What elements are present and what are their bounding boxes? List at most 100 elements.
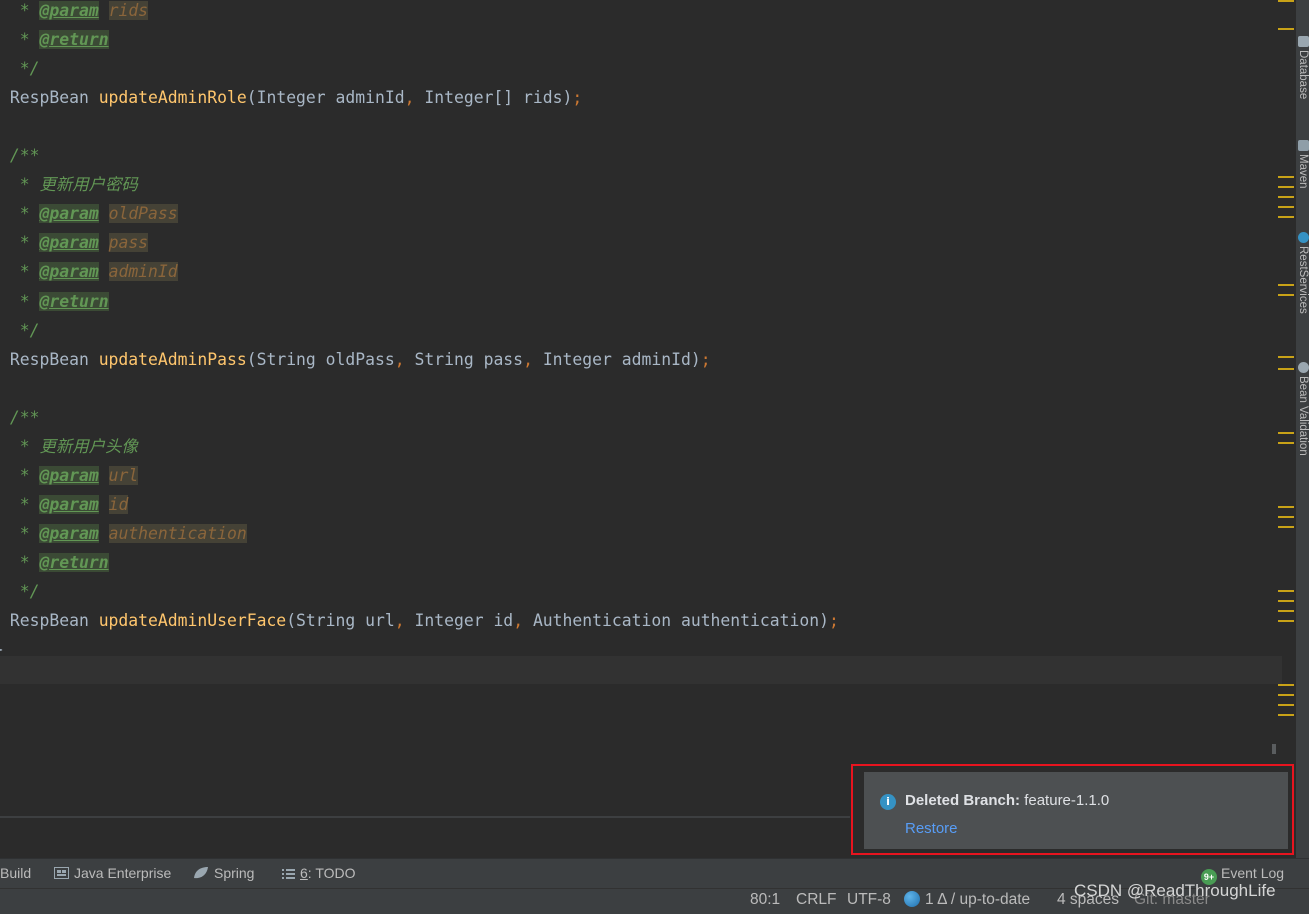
stripe-marker[interactable]	[1278, 442, 1294, 444]
spring-label: Spring	[214, 865, 255, 881]
todo-tab[interactable]: 6: TODO	[282, 865, 356, 883]
code-token: id	[108, 494, 129, 514]
code-token: (String url	[286, 611, 395, 631]
code-line[interactable]: * @param adminId	[0, 257, 178, 286]
stripe-marker[interactable]	[1278, 196, 1294, 198]
code-token: 更新用户头像	[39, 436, 138, 456]
stripe-marker[interactable]	[1278, 368, 1294, 370]
code-line[interactable]: * @param id	[0, 490, 129, 519]
stripe-marker[interactable]	[1278, 176, 1294, 178]
code-token: oldPass	[108, 204, 178, 224]
stripe-marker[interactable]	[1278, 294, 1294, 296]
code-token: *	[0, 552, 40, 572]
code-token: ;	[828, 611, 839, 631]
code-token: rids	[108, 1, 149, 20]
info-icon: i	[880, 794, 896, 810]
code-token: @return	[39, 552, 109, 572]
build-label: Build	[0, 865, 32, 881]
code-line[interactable]: }	[0, 635, 4, 664]
code-token: *	[0, 465, 40, 485]
tab-maven[interactable]: Maven	[1297, 154, 1309, 189]
stripe-marker[interactable]	[1278, 620, 1294, 622]
code-line[interactable]: */	[0, 577, 40, 606]
code-token: updateAdminRole	[98, 88, 247, 108]
error-stripe[interactable]	[1270, 0, 1296, 760]
code-line[interactable]: RespBean updateAdminRole(Integer adminId…	[0, 83, 582, 112]
todo-label: : TODO	[307, 865, 356, 881]
code-line[interactable]: * @param url	[0, 461, 139, 490]
file-encoding[interactable]: UTF-8	[847, 891, 891, 909]
build-tab[interactable]: Build	[0, 865, 31, 881]
code-token: RespBean	[0, 88, 99, 108]
stripe-marker[interactable]	[1278, 506, 1294, 508]
code-token: Authentication authentication)	[532, 611, 829, 631]
code-token: *	[0, 523, 40, 543]
code-line[interactable]: /**	[0, 403, 40, 432]
stripe-marker[interactable]	[1278, 186, 1294, 188]
stripe-marker[interactable]	[1278, 0, 1294, 2]
database-icon	[1298, 36, 1309, 47]
code-line[interactable]: */	[0, 54, 40, 83]
stripe-marker[interactable]	[1278, 704, 1294, 706]
code-line[interactable]: /**	[0, 141, 40, 170]
code-token: */	[0, 320, 40, 340]
code-token: *	[0, 30, 40, 50]
code-line[interactable]: * 更新用户头像	[0, 432, 138, 461]
code-token: ,	[394, 611, 415, 631]
code-token: url	[108, 465, 139, 485]
vcs-status[interactable]: 1 Δ / up-to-date	[904, 891, 1030, 909]
code-line[interactable]: * @return	[0, 548, 109, 577]
caret-row-highlight	[0, 656, 1282, 684]
spring-tab[interactable]: Spring	[193, 865, 254, 883]
code-line[interactable]: * @return	[0, 287, 109, 316]
code-line[interactable]: * @param authentication	[0, 519, 247, 548]
stripe-marker[interactable]	[1278, 600, 1294, 602]
code-token: *	[0, 494, 40, 514]
stripe-marker[interactable]	[1278, 590, 1294, 592]
stripe-marker[interactable]	[1278, 610, 1294, 612]
stripe-marker[interactable]	[1278, 206, 1294, 208]
code-token: *	[0, 436, 40, 456]
stripe-marker[interactable]	[1278, 432, 1294, 434]
stripe-marker[interactable]	[1278, 28, 1294, 30]
code-line[interactable]: * @param rids	[0, 0, 149, 25]
code-token: @param	[39, 494, 99, 514]
stripe-marker[interactable]	[1278, 714, 1294, 716]
code-token: }	[0, 640, 4, 659]
stripe-marker[interactable]	[1278, 216, 1294, 218]
tab-database[interactable]: Database	[1297, 50, 1309, 99]
stripe-marker[interactable]	[1278, 516, 1294, 518]
stripe-marker[interactable]	[1278, 356, 1294, 358]
code-token: *	[0, 291, 40, 311]
code-token: @param	[39, 465, 99, 485]
code-token: 更新用户密码	[39, 175, 138, 195]
event-log-label: Event Log	[1221, 865, 1285, 881]
code-token: @param	[39, 523, 99, 543]
code-token: Integer[] rids)	[424, 88, 573, 108]
java-enterprise-tab[interactable]: Java Enterprise	[54, 865, 171, 883]
stripe-marker[interactable]	[1278, 284, 1294, 286]
code-line[interactable]: RespBean updateAdminUserFace(String url,…	[0, 606, 839, 635]
stripe-marker[interactable]	[1278, 526, 1294, 528]
vertical-scrollbar-thumb[interactable]	[1272, 744, 1276, 754]
code-line[interactable]: RespBean updateAdminPass(String oldPass,…	[0, 345, 711, 374]
stripe-marker[interactable]	[1278, 684, 1294, 686]
code-line[interactable]: * @return	[0, 25, 109, 54]
horizontal-scrollbar[interactable]	[0, 816, 850, 818]
code-line[interactable]: */	[0, 316, 40, 345]
tab-rest-services[interactable]: RestServices	[1297, 246, 1309, 314]
stripe-marker[interactable]	[1278, 694, 1294, 696]
tab-bean-validation[interactable]: Bean Validation	[1297, 376, 1309, 456]
code-editor[interactable]: * @param rids * @return */ RespBean upda…	[0, 0, 1282, 818]
caret-position[interactable]: 80:1	[750, 891, 780, 909]
code-token: (Integer adminId	[246, 88, 405, 108]
code-line[interactable]: * @param pass	[0, 228, 149, 257]
line-separator[interactable]: CRLF	[796, 891, 836, 909]
code-token: ,	[394, 349, 415, 369]
code-line[interactable]: * 更新用户密码	[0, 170, 138, 199]
restore-link[interactable]: Restore	[905, 820, 958, 837]
code-line[interactable]: * @param oldPass	[0, 199, 178, 228]
code-token: adminId	[108, 262, 178, 282]
